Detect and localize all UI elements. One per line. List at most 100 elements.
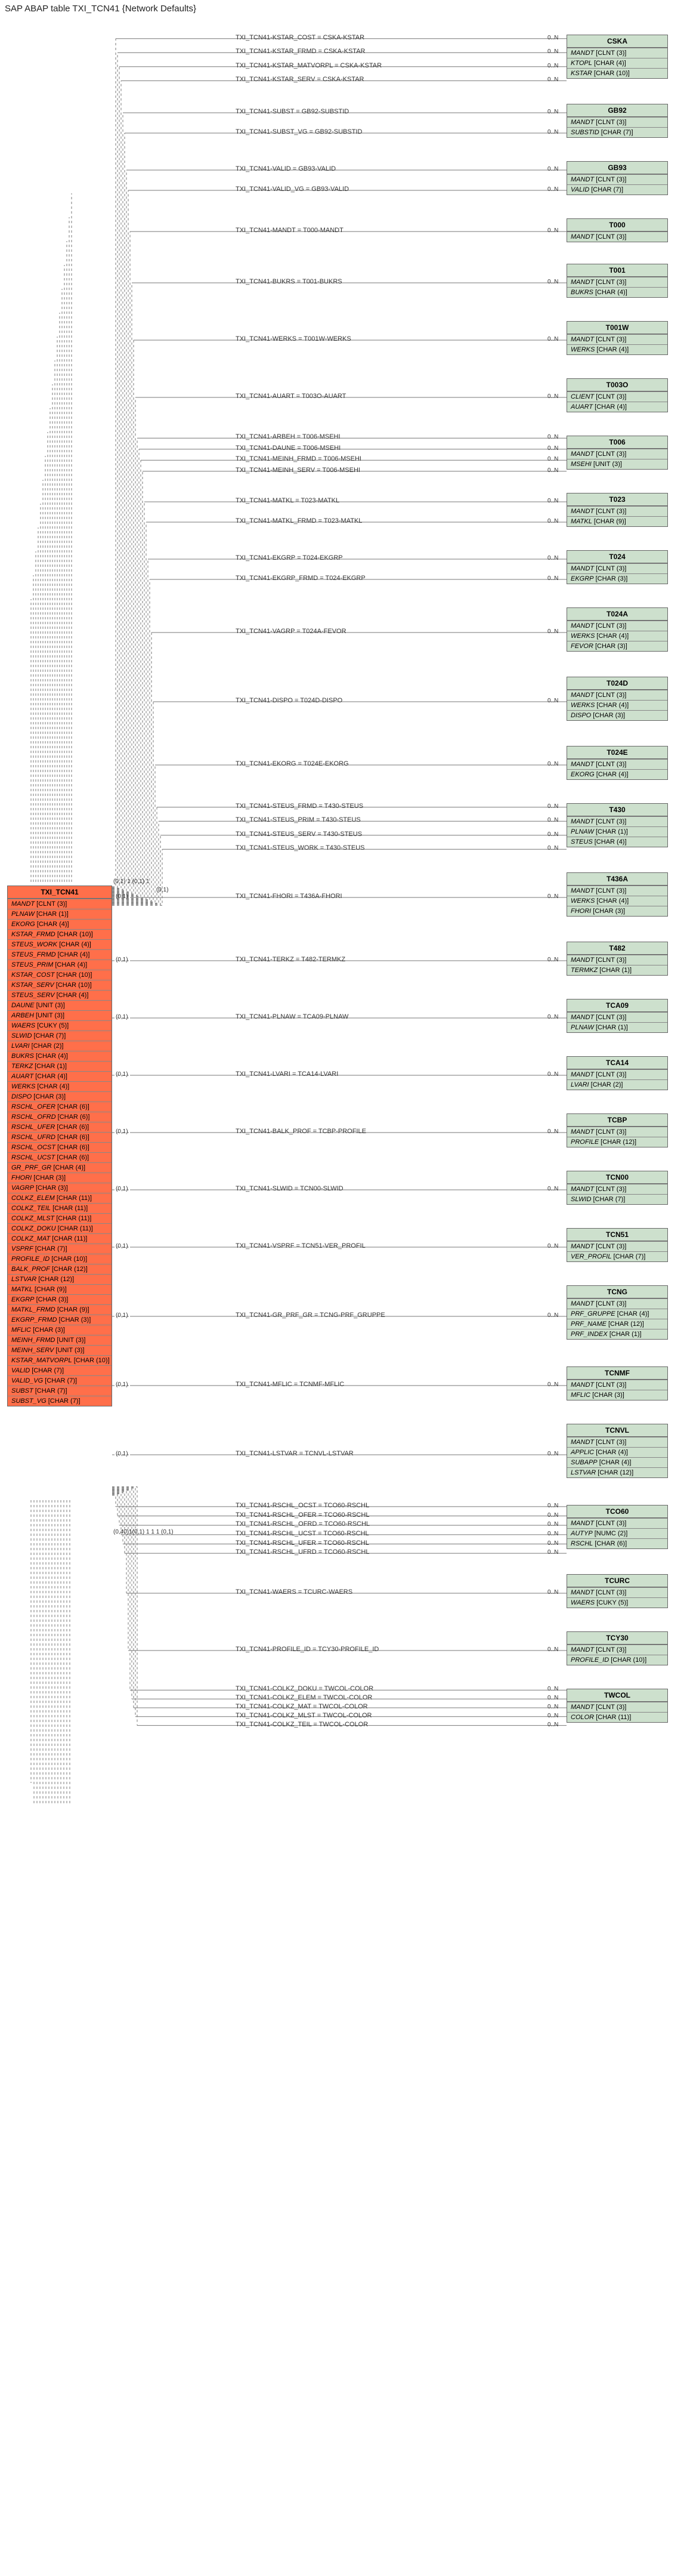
main-field-MEINH_SERV: MEINH_SERV [UNIT (3)] xyxy=(8,1345,112,1355)
entity-name: TCO60 xyxy=(567,1506,667,1518)
field-FHORI: FHORI [CHAR (3)] xyxy=(567,906,667,916)
entity-TCA14: TCA14MANDT [CLNT (3)]LVARI [CHAR (2)] xyxy=(567,1056,668,1090)
entity-TCO60: TCO60MANDT [CLNT (3)]AUTYP [NUMC (2)]RSC… xyxy=(567,1505,668,1549)
field-name: FHORI xyxy=(11,1174,32,1181)
card-upper-bundle: (0,1) 1 (0,1) 1 xyxy=(113,878,150,885)
card-right: 0..N xyxy=(547,1312,558,1319)
field-name: MATKL_FRMD xyxy=(11,1306,55,1313)
entity-name: TCA09 xyxy=(567,999,667,1012)
main-field-GR_PRF_GR: GR_PRF_GR [CHAR (4)] xyxy=(8,1162,112,1173)
entity-TCNG: TCNGMANDT [CLNT (3)]PRF_GRUPPE [CHAR (4)… xyxy=(567,1285,668,1340)
entity-name: TCN51 xyxy=(567,1229,667,1241)
field-type: [CUKY (5)] xyxy=(37,1022,69,1029)
field-name: STEUS_WORK xyxy=(11,941,57,948)
field-MANDT: MANDT [CLNT (3)] xyxy=(567,1702,667,1712)
edge-label: TXI_TCN41-MATKL = T023-MATKL xyxy=(236,497,339,504)
field-MANDT: MANDT [CLNT (3)] xyxy=(567,1437,667,1447)
card-right: 0..N xyxy=(547,1128,558,1135)
entity-TCURC: TCURCMANDT [CLNT (3)]WAERS [CUKY (5)] xyxy=(567,1574,668,1608)
main-field-COLKZ_ELEM: COLKZ_ELEM [CHAR (11)] xyxy=(8,1193,112,1203)
field-FEVOR: FEVOR [CHAR (3)] xyxy=(567,641,667,651)
edge-label: TXI_TCN41-COLKZ_TEIL = TWCOL-COLOR xyxy=(236,1721,368,1728)
field-name: EKORG xyxy=(11,921,35,928)
field-type: [CHAR (7)] xyxy=(32,1367,64,1374)
entity-GB92: GB92MANDT [CLNT (3)]SUBSTID [CHAR (7)] xyxy=(567,104,668,138)
edge-label: TXI_TCN41-SUBST = GB92-SUBSTID xyxy=(236,108,349,115)
main-field-RSCHL_OFER: RSCHL_OFER [CHAR (6)] xyxy=(8,1102,112,1112)
entity-TCNMF: TCNMFMANDT [CLNT (3)]MFLIC [CHAR (3)] xyxy=(567,1366,668,1400)
card-right: 0..N xyxy=(547,1531,558,1537)
field-type: [UNIT (3)] xyxy=(36,1002,65,1009)
entity-name: T024D xyxy=(567,677,667,690)
card-right: 0..N xyxy=(547,109,558,115)
field-PRF_NAME: PRF_NAME [CHAR (12)] xyxy=(567,1319,667,1329)
field-name: STEUS_PRIM xyxy=(11,961,53,968)
field-MANDT: MANDT [CLNT (3)] xyxy=(567,1298,667,1309)
card-right: 0..N xyxy=(547,227,558,234)
field-type: [CHAR (3)] xyxy=(58,1316,91,1324)
edge-label: TXI_TCN41-DAUNE = T006-MSEHI xyxy=(236,445,341,452)
field-name: COLKZ_ELEM xyxy=(11,1195,55,1202)
field-WAERS: WAERS [CUKY (5)] xyxy=(567,1597,667,1608)
main-field-WAERS: WAERS [CUKY (5)] xyxy=(8,1020,112,1031)
field-name: BUKRS xyxy=(11,1053,34,1060)
field-name: EKGRP xyxy=(11,1296,35,1303)
card-right: 0..N xyxy=(547,166,558,172)
edge-label: TXI_TCN41-ARBEH = T006-MSEHI xyxy=(236,433,341,440)
card-upper-single: (0,1) xyxy=(156,887,169,893)
card-right: 0..N xyxy=(547,48,558,55)
edge-label: TXI_TCN41-EKGRP_FRMD = T024-EKGRP xyxy=(236,575,366,582)
field-SLWID: SLWID [CHAR (7)] xyxy=(567,1194,667,1204)
edge-label: TXI_TCN41-MANDT = T000-MANDT xyxy=(236,227,344,234)
entity-T001: T001MANDT [CLNT (3)]BUKRS [CHAR (4)] xyxy=(567,264,668,298)
card-right: 0..N xyxy=(547,1381,558,1388)
field-MANDT: MANDT [CLNT (3)] xyxy=(567,1241,667,1251)
main-field-AUART: AUART [CHAR (4)] xyxy=(8,1071,112,1081)
main-field-COLKZ_TEIL: COLKZ_TEIL [CHAR (11)] xyxy=(8,1203,112,1213)
field-name: RSCHL_OFER xyxy=(11,1103,55,1110)
field-KSTAR: KSTAR [CHAR (10)] xyxy=(567,68,667,78)
card-right: 0..N xyxy=(547,698,558,704)
field-WERKS: WERKS [CHAR (4)] xyxy=(567,344,667,354)
field-WERKS: WERKS [CHAR (4)] xyxy=(567,896,667,906)
card-right: 0..N xyxy=(547,129,558,135)
entity-name: TCN00 xyxy=(567,1171,667,1184)
field-PRF_INDEX: PRF_INDEX [CHAR (1)] xyxy=(567,1329,667,1339)
edge-label: TXI_TCN41-RSCHL_UFRD = TCO60-RSCHL xyxy=(236,1548,369,1556)
field-KTOPL: KTOPL [CHAR (4)] xyxy=(567,58,667,68)
field-name: TERKZ xyxy=(11,1063,33,1070)
field-type: [CHAR (4)] xyxy=(37,921,69,928)
edge-label: TXI_TCN41-MEINH_SERV = T006-MSEHI xyxy=(236,467,360,474)
main-field-COLKZ_MLST: COLKZ_MLST [CHAR (11)] xyxy=(8,1213,112,1223)
entity-name: T024E xyxy=(567,746,667,759)
card-right: 0..N xyxy=(547,1503,558,1509)
page-title: SAP ABAP table TXI_TCN41 {Network Defaul… xyxy=(5,4,196,14)
field-type: [CHAR (9)] xyxy=(57,1306,89,1313)
edge-label: TXI_TCN41-STEUS_FRMD = T430-STEUS xyxy=(236,803,363,810)
main-field-KSTAR_SERV: KSTAR_SERV [CHAR (10)] xyxy=(8,980,112,990)
field-name: RSCHL_OFRD xyxy=(11,1113,56,1121)
main-field-SUBST: SUBST [CHAR (7)] xyxy=(8,1386,112,1396)
entity-name: TCNMF xyxy=(567,1367,667,1380)
card-right: 0..N xyxy=(547,817,558,823)
field-name: KSTAR_MATVORPL xyxy=(11,1357,72,1364)
field-type: [CHAR (10)] xyxy=(57,971,92,979)
field-type: [CHAR (4)] xyxy=(36,1053,68,1060)
main-field-VALID: VALID [CHAR (7)] xyxy=(8,1365,112,1375)
card-right: 0..N xyxy=(547,957,558,963)
main-field-MFLIC: MFLIC [CHAR (3)] xyxy=(8,1325,112,1335)
field-name: COLKZ_MLST xyxy=(11,1215,54,1222)
field-MANDT: MANDT [CLNT (3)] xyxy=(567,563,667,573)
edge-label: TXI_TCN41-GR_PRF_GR = TCNG-PRF_GRUPPE xyxy=(236,1312,385,1319)
entity-T000: T000MANDT [CLNT (3)] xyxy=(567,218,668,242)
edge-label: TXI_TCN41-EKGRP = T024-EKGRP xyxy=(236,554,343,562)
edge-label: TXI_TCN41-COLKZ_DOKU = TWCOL-COLOR xyxy=(236,1685,373,1692)
edge-label: TXI_TCN41-BUKRS = T001-BUKRS xyxy=(236,278,342,285)
field-SUBAPP: SUBAPP [CHAR (4)] xyxy=(567,1457,667,1467)
entity-TCBP: TCBPMANDT [CLNT (3)]PROFILE [CHAR (12)] xyxy=(567,1113,668,1147)
entity-name: TCNVL xyxy=(567,1424,667,1437)
main-field-RSCHL_UFER: RSCHL_UFER [CHAR (6)] xyxy=(8,1122,112,1132)
field-name: ARBEH xyxy=(11,1012,34,1019)
card-left: (0,1) xyxy=(116,1312,128,1319)
card-right: 0..N xyxy=(547,35,558,41)
